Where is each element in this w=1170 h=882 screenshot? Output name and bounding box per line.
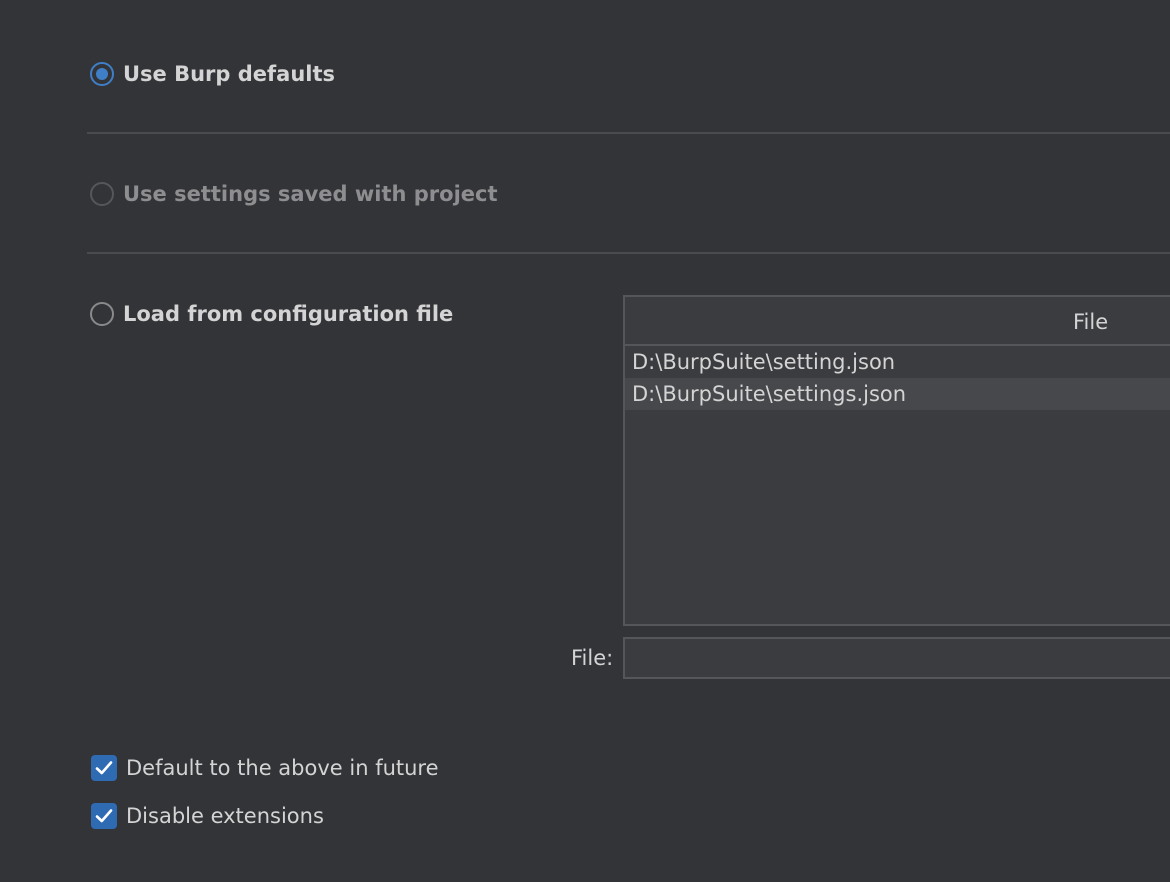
file-field-label: File: <box>571 646 614 670</box>
use-project-settings-label: Use settings saved with project <box>123 182 498 206</box>
default-future-checkbox-row[interactable]: Default to the above in future <box>91 755 439 781</box>
separator <box>87 252 1170 254</box>
radio-selected-icon[interactable] <box>90 62 114 86</box>
checkmark-icon <box>95 809 113 823</box>
load-config-file-label: Load from configuration file <box>123 302 454 326</box>
radio-empty-icon[interactable] <box>90 302 114 326</box>
table-header[interactable]: File <box>625 297 1170 346</box>
separator <box>87 132 1170 134</box>
default-future-checkbox[interactable] <box>91 755 117 781</box>
file-column-header[interactable]: File <box>1073 310 1108 334</box>
table-row[interactable]: D:\BurpSuite\settings.json <box>625 378 1170 410</box>
config-file-table[interactable]: File D:\BurpSuite\setting.json D:\BurpSu… <box>623 295 1170 626</box>
use-burp-defaults-label: Use Burp defaults <box>123 62 336 86</box>
disable-extensions-label: Disable extensions <box>126 804 324 828</box>
file-path-input[interactable] <box>623 637 1170 679</box>
startup-settings-panel: Use Burp defaults Use settings saved wit… <box>0 0 1170 882</box>
radio-empty-icon[interactable] <box>90 182 114 206</box>
checkmark-icon <box>95 761 113 775</box>
disable-extensions-checkbox-row[interactable]: Disable extensions <box>91 803 324 829</box>
disable-extensions-checkbox[interactable] <box>91 803 117 829</box>
use-project-settings-option[interactable]: Use settings saved with project <box>90 182 498 206</box>
use-burp-defaults-option[interactable]: Use Burp defaults <box>90 62 335 86</box>
default-future-label: Default to the above in future <box>126 756 439 780</box>
table-row[interactable]: D:\BurpSuite\setting.json <box>625 346 1170 378</box>
load-config-file-option[interactable]: Load from configuration file <box>90 302 453 326</box>
